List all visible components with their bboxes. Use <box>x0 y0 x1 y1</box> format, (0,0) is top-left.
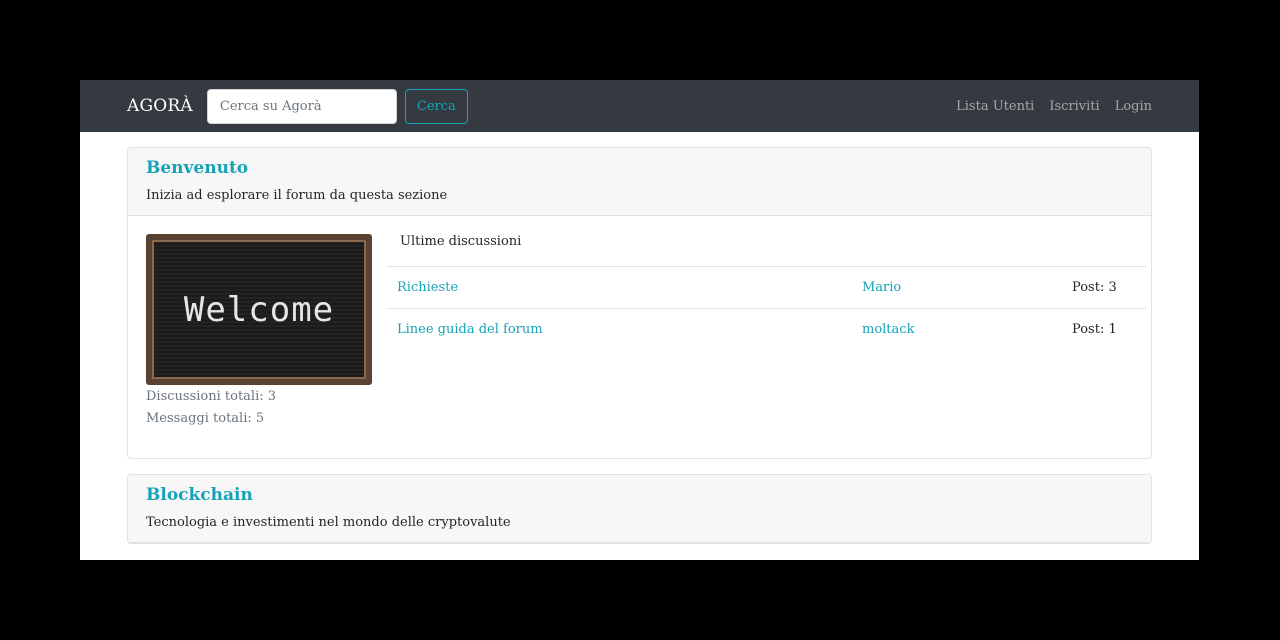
search-button[interactable]: Cerca <box>404 88 468 124</box>
table-row: Richieste Mario Post: 3 <box>387 266 1146 309</box>
section-body: Welcome Discussioni totali: 3 Messaggi t… <box>128 216 1151 458</box>
brand-logo[interactable]: AGORÀ <box>127 96 193 116</box>
section-description: Tecnologia e investimenti nel mondo dell… <box>146 515 511 530</box>
latest-discussions: Ultime discussioni Richieste Mario Post:… <box>387 234 1146 428</box>
table-header: Ultime discussioni <box>387 234 1146 267</box>
navbar: AGORÀ Cerca Lista Utenti Iscriviti Login <box>80 80 1199 132</box>
search-input[interactable] <box>206 88 397 124</box>
table-row: Linee guida del forum moltack Post: 1 <box>387 309 1146 351</box>
author-link[interactable]: moltack <box>862 322 914 337</box>
browser-viewport: AGORÀ Cerca Lista Utenti Iscriviti Login… <box>80 80 1199 560</box>
forum-section-card: Benvenuto Inizia ad esplorare il forum d… <box>127 147 1152 459</box>
image-caption: Welcome <box>183 289 335 330</box>
nav-link-user-list[interactable]: Lista Utenti <box>956 99 1034 114</box>
nav-link-login[interactable]: Login <box>1115 99 1152 114</box>
discussion-link[interactable]: Linee guida del forum <box>397 322 543 337</box>
nav-links: Lista Utenti Iscriviti Login <box>956 99 1152 114</box>
total-messages: Messaggi totali: 5 <box>146 411 265 426</box>
section-title-link[interactable]: Blockchain <box>146 485 253 505</box>
section-header: Blockchain Tecnologia e investimenti nel… <box>128 475 1151 543</box>
post-count: Post: 3 <box>1062 266 1146 309</box>
post-count: Post: 1 <box>1072 322 1117 337</box>
section-image: Welcome <box>146 234 372 385</box>
total-discussions: Discussioni totali: 3 <box>146 389 277 404</box>
chalkboard-image: Welcome <box>152 240 366 379</box>
forum-section-card: Blockchain Tecnologia e investimenti nel… <box>127 474 1152 544</box>
discussion-link[interactable]: Richieste <box>397 280 458 295</box>
section-header: Benvenuto Inizia ad esplorare il forum d… <box>128 148 1151 216</box>
section-title-link[interactable]: Benvenuto <box>146 158 248 178</box>
nav-link-register[interactable]: Iscriviti <box>1049 99 1099 114</box>
discussions-table: Ultime discussioni Richieste Mario Post:… <box>387 234 1146 350</box>
author-link[interactable]: Mario <box>862 280 901 295</box>
section-info: Welcome Discussioni totali: 3 Messaggi t… <box>146 234 372 428</box>
section-description: Inizia ad esplorare il forum da questa s… <box>146 188 448 203</box>
